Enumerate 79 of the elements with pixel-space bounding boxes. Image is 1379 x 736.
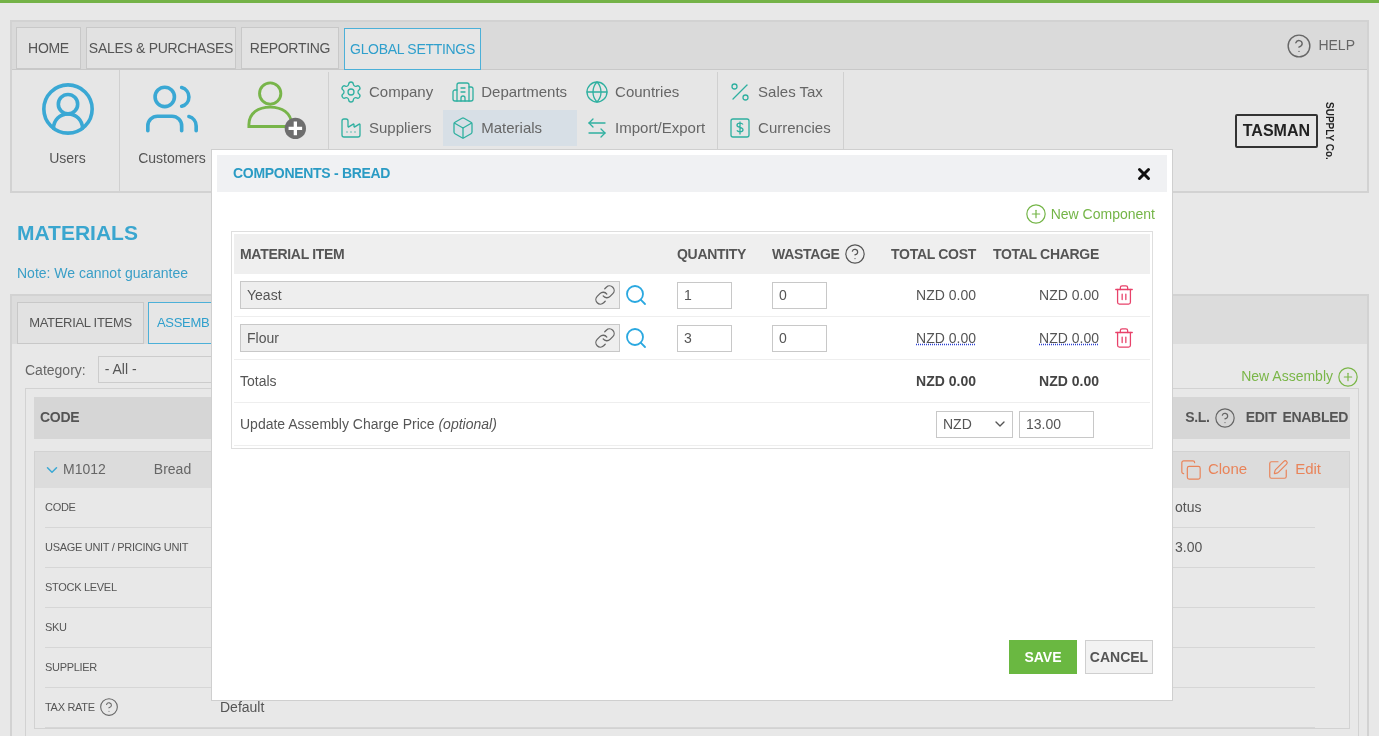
column-header: CODE: [40, 408, 80, 427]
ribbon-link[interactable]: Company: [331, 74, 444, 110]
detail-label: TAX RATE: [45, 699, 95, 715]
column-header: S.L.: [1185, 408, 1210, 427]
quantity-field[interactable]: 3: [677, 324, 732, 352]
trash-icon[interactable]: [1113, 326, 1135, 350]
detail-value: Default: [220, 698, 265, 715]
building-icon: [451, 80, 476, 104]
add-user-icon: [245, 80, 307, 140]
wastage-field[interactable]: 0: [772, 281, 827, 309]
page-title: MATERIALS: [17, 220, 138, 246]
cancel-button[interactable]: CANCEL: [1085, 640, 1153, 674]
ribbon-label[interactable]: Customers: [138, 148, 206, 169]
ribbon-link[interactable]: Countries: [577, 74, 716, 110]
search-icon[interactable]: [624, 283, 648, 307]
column-header: ENABLED: [1282, 408, 1348, 427]
help-link[interactable]: HELP: [1318, 35, 1355, 56]
nav-tab[interactable]: HOME: [16, 27, 81, 69]
ribbon-link[interactable]: Departments: [443, 74, 578, 110]
assembly-code: M1012: [63, 460, 106, 479]
currency-select[interactable]: NZD: [936, 410, 1013, 438]
detail-value: 3.00: [1175, 538, 1203, 555]
help-icon[interactable]: [843, 243, 866, 265]
detail-label: SKU: [45, 619, 67, 635]
nav-tab[interactable]: REPORTING: [241, 27, 339, 69]
logo-tagline: SUPPLY Co.: [1323, 101, 1336, 160]
assembly-name: Bread: [153, 460, 192, 479]
category-label: Category:: [25, 360, 86, 380]
search-icon[interactable]: [624, 326, 648, 350]
copy-icon: [1179, 458, 1202, 481]
column-header: WASTAGE: [772, 244, 840, 264]
box-icon: [451, 116, 476, 140]
detail-value: otus: [1175, 498, 1202, 515]
column-header: QUANTITY: [677, 244, 747, 264]
detail-label: CODE: [45, 499, 76, 515]
note-text: Note: We cannot guarantee: [17, 263, 188, 283]
total-cost: NZD 0.00: [916, 328, 976, 348]
ribbon-label[interactable]: Users: [49, 148, 86, 169]
detail-label: STOCK LEVEL: [45, 579, 117, 595]
price-field[interactable]: 13.00: [1019, 410, 1094, 438]
dialog-title: COMPONENTS - BREAD: [233, 164, 391, 183]
ribbon-link[interactable]: Sales Tax: [720, 74, 841, 110]
column-header: TOTAL CHARGE: [992, 244, 1099, 264]
section-tab[interactable]: MATERIAL ITEMS: [17, 301, 144, 344]
globe-icon: [585, 80, 610, 104]
dollar-icon: [728, 116, 753, 140]
detail-label: USAGE UNIT / PRICING UNIT: [45, 539, 189, 555]
gears-icon: [339, 80, 363, 104]
help-icon[interactable]: [98, 697, 119, 717]
total-charge: NZD 0.00: [1039, 285, 1099, 305]
nav-tab[interactable]: SALES & PURCHASES: [86, 27, 236, 69]
column-header: MATERIAL ITEM: [240, 244, 345, 264]
totals-cost: NZD 0.00: [916, 371, 976, 391]
pencil-icon: [1267, 458, 1290, 481]
factory-icon: [339, 116, 363, 140]
total-charge: NZD 0.00: [1039, 328, 1099, 348]
material-field[interactable]: Flour: [240, 324, 620, 352]
logo-wordmark: TASMAN: [1234, 113, 1318, 148]
totals-label: Totals: [240, 371, 278, 391]
wastage-field[interactable]: 0: [772, 324, 827, 352]
link-icon[interactable]: [594, 284, 616, 306]
column-header: TOTAL COST: [891, 244, 976, 264]
quantity-field[interactable]: 1: [677, 281, 732, 309]
detail-label: SUPPLIER: [45, 659, 97, 675]
link-icon[interactable]: [594, 327, 616, 349]
update-price-label: Update Assembly Charge Price (optional): [240, 414, 497, 434]
material-field[interactable]: Yeast: [240, 281, 620, 309]
column-header: EDIT: [1245, 408, 1277, 427]
ribbon-link[interactable]: Materials: [443, 110, 578, 146]
help-icon[interactable]: [1213, 406, 1236, 429]
trash-icon[interactable]: [1113, 283, 1135, 307]
ribbon-link[interactable]: Suppliers: [331, 110, 444, 146]
ribbon-link[interactable]: Currencies: [720, 110, 841, 146]
ribbon-link[interactable]: Import/Export: [577, 110, 716, 146]
add-icon: [1024, 203, 1047, 225]
totals-charge: NZD 0.00: [1039, 371, 1099, 391]
total-cost: NZD 0.00: [916, 285, 976, 305]
help-icon[interactable]: [1286, 32, 1313, 59]
add-icon: [1337, 365, 1359, 388]
